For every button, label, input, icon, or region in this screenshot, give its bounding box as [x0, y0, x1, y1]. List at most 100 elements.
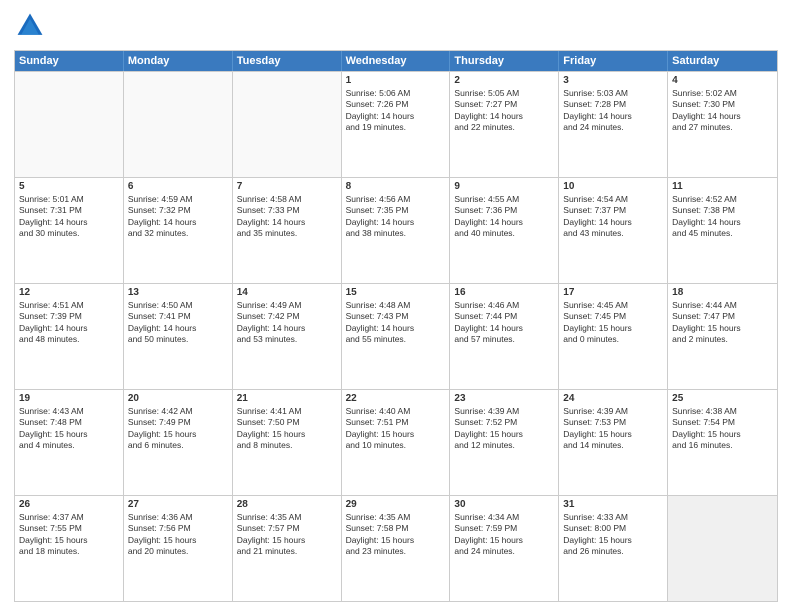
- cell-line: Sunset: 7:57 PM: [237, 523, 337, 534]
- cell-line: and 27 minutes.: [672, 122, 773, 133]
- cell-line: Sunset: 7:37 PM: [563, 205, 663, 216]
- calendar-header: SundayMondayTuesdayWednesdayThursdayFrid…: [15, 51, 777, 71]
- day-number: 26: [19, 499, 119, 510]
- cell-line: Sunrise: 4:50 AM: [128, 300, 228, 311]
- cal-cell-8: 8Sunrise: 4:56 AMSunset: 7:35 PMDaylight…: [342, 178, 451, 283]
- logo-icon: [14, 10, 46, 42]
- cell-line: Sunrise: 4:48 AM: [346, 300, 446, 311]
- cell-line: and 53 minutes.: [237, 334, 337, 345]
- cell-line: and 32 minutes.: [128, 228, 228, 239]
- cell-line: Daylight: 14 hours: [128, 217, 228, 228]
- cell-line: and 40 minutes.: [454, 228, 554, 239]
- calendar-row-3: 12Sunrise: 4:51 AMSunset: 7:39 PMDayligh…: [15, 283, 777, 389]
- cell-line: and 24 minutes.: [563, 122, 663, 133]
- cal-cell-26: 26Sunrise: 4:37 AMSunset: 7:55 PMDayligh…: [15, 496, 124, 601]
- cell-line: Sunset: 7:35 PM: [346, 205, 446, 216]
- cell-line: Sunset: 7:30 PM: [672, 99, 773, 110]
- header-day-tuesday: Tuesday: [233, 51, 342, 71]
- cell-line: Sunset: 7:58 PM: [346, 523, 446, 534]
- cell-line: and 35 minutes.: [237, 228, 337, 239]
- cell-line: Daylight: 14 hours: [454, 111, 554, 122]
- cell-line: Daylight: 14 hours: [454, 217, 554, 228]
- cell-line: Daylight: 15 hours: [454, 429, 554, 440]
- cal-cell-9: 9Sunrise: 4:55 AMSunset: 7:36 PMDaylight…: [450, 178, 559, 283]
- day-number: 28: [237, 499, 337, 510]
- cell-line: and 24 minutes.: [454, 546, 554, 557]
- cal-cell-31: 31Sunrise: 4:33 AMSunset: 8:00 PMDayligh…: [559, 496, 668, 601]
- header-day-sunday: Sunday: [15, 51, 124, 71]
- day-number: 7: [237, 181, 337, 192]
- calendar-body: 1Sunrise: 5:06 AMSunset: 7:26 PMDaylight…: [15, 71, 777, 601]
- cell-line: Daylight: 15 hours: [454, 535, 554, 546]
- cal-cell-7: 7Sunrise: 4:58 AMSunset: 7:33 PMDaylight…: [233, 178, 342, 283]
- header-day-wednesday: Wednesday: [342, 51, 451, 71]
- cell-line: Sunrise: 4:49 AM: [237, 300, 337, 311]
- cell-line: and 57 minutes.: [454, 334, 554, 345]
- cell-line: and 0 minutes.: [563, 334, 663, 345]
- day-number: 10: [563, 181, 663, 192]
- cal-cell-22: 22Sunrise: 4:40 AMSunset: 7:51 PMDayligh…: [342, 390, 451, 495]
- cell-line: Sunrise: 4:42 AM: [128, 406, 228, 417]
- cell-line: Sunrise: 4:58 AM: [237, 194, 337, 205]
- cell-line: and 26 minutes.: [563, 546, 663, 557]
- cell-line: Sunrise: 4:35 AM: [346, 512, 446, 523]
- cell-line: Sunset: 7:48 PM: [19, 417, 119, 428]
- cell-line: and 2 minutes.: [672, 334, 773, 345]
- cell-line: Sunrise: 4:39 AM: [563, 406, 663, 417]
- cell-line: Sunrise: 4:35 AM: [237, 512, 337, 523]
- cal-cell-13: 13Sunrise: 4:50 AMSunset: 7:41 PMDayligh…: [124, 284, 233, 389]
- day-number: 29: [346, 499, 446, 510]
- cell-line: and 22 minutes.: [454, 122, 554, 133]
- cell-line: Daylight: 15 hours: [19, 535, 119, 546]
- calendar-row-2: 5Sunrise: 5:01 AMSunset: 7:31 PMDaylight…: [15, 177, 777, 283]
- cal-cell-empty-2: [233, 72, 342, 177]
- calendar-row-1: 1Sunrise: 5:06 AMSunset: 7:26 PMDaylight…: [15, 71, 777, 177]
- cal-cell-11: 11Sunrise: 4:52 AMSunset: 7:38 PMDayligh…: [668, 178, 777, 283]
- day-number: 27: [128, 499, 228, 510]
- header-day-saturday: Saturday: [668, 51, 777, 71]
- cell-line: Sunset: 7:31 PM: [19, 205, 119, 216]
- cell-line: Sunrise: 4:52 AM: [672, 194, 773, 205]
- day-number: 3: [563, 75, 663, 86]
- day-number: 14: [237, 287, 337, 298]
- cell-line: Sunset: 7:47 PM: [672, 311, 773, 322]
- cell-line: and 8 minutes.: [237, 440, 337, 451]
- day-number: 15: [346, 287, 446, 298]
- cal-cell-24: 24Sunrise: 4:39 AMSunset: 7:53 PMDayligh…: [559, 390, 668, 495]
- cell-line: Sunrise: 4:33 AM: [563, 512, 663, 523]
- cell-line: Sunrise: 4:34 AM: [454, 512, 554, 523]
- cell-line: Sunset: 7:53 PM: [563, 417, 663, 428]
- cell-line: Daylight: 15 hours: [237, 429, 337, 440]
- header-day-friday: Friday: [559, 51, 668, 71]
- cell-line: Sunset: 7:56 PM: [128, 523, 228, 534]
- cell-line: Daylight: 15 hours: [346, 429, 446, 440]
- cal-cell-30: 30Sunrise: 4:34 AMSunset: 7:59 PMDayligh…: [450, 496, 559, 601]
- cell-line: Sunset: 7:54 PM: [672, 417, 773, 428]
- cal-cell-1: 1Sunrise: 5:06 AMSunset: 7:26 PMDaylight…: [342, 72, 451, 177]
- cal-cell-3: 3Sunrise: 5:03 AMSunset: 7:28 PMDaylight…: [559, 72, 668, 177]
- cal-cell-14: 14Sunrise: 4:49 AMSunset: 7:42 PMDayligh…: [233, 284, 342, 389]
- cell-line: and 18 minutes.: [19, 546, 119, 557]
- page: SundayMondayTuesdayWednesdayThursdayFrid…: [0, 0, 792, 612]
- calendar-row-5: 26Sunrise: 4:37 AMSunset: 7:55 PMDayligh…: [15, 495, 777, 601]
- cell-line: Daylight: 14 hours: [672, 111, 773, 122]
- cell-line: Sunrise: 4:56 AM: [346, 194, 446, 205]
- cal-cell-18: 18Sunrise: 4:44 AMSunset: 7:47 PMDayligh…: [668, 284, 777, 389]
- cell-line: and 38 minutes.: [346, 228, 446, 239]
- cell-line: and 50 minutes.: [128, 334, 228, 345]
- cell-line: Daylight: 14 hours: [19, 217, 119, 228]
- cell-line: and 6 minutes.: [128, 440, 228, 451]
- cal-cell-19: 19Sunrise: 4:43 AMSunset: 7:48 PMDayligh…: [15, 390, 124, 495]
- cal-cell-16: 16Sunrise: 4:46 AMSunset: 7:44 PMDayligh…: [450, 284, 559, 389]
- cell-line: Sunset: 7:38 PM: [672, 205, 773, 216]
- cal-cell-10: 10Sunrise: 4:54 AMSunset: 7:37 PMDayligh…: [559, 178, 668, 283]
- day-number: 22: [346, 393, 446, 404]
- day-number: 5: [19, 181, 119, 192]
- cal-cell-21: 21Sunrise: 4:41 AMSunset: 7:50 PMDayligh…: [233, 390, 342, 495]
- cell-line: and 21 minutes.: [237, 546, 337, 557]
- cal-cell-17: 17Sunrise: 4:45 AMSunset: 7:45 PMDayligh…: [559, 284, 668, 389]
- cal-cell-15: 15Sunrise: 4:48 AMSunset: 7:43 PMDayligh…: [342, 284, 451, 389]
- cell-line: Sunrise: 4:39 AM: [454, 406, 554, 417]
- logo: [14, 10, 50, 42]
- cell-line: Daylight: 15 hours: [563, 535, 663, 546]
